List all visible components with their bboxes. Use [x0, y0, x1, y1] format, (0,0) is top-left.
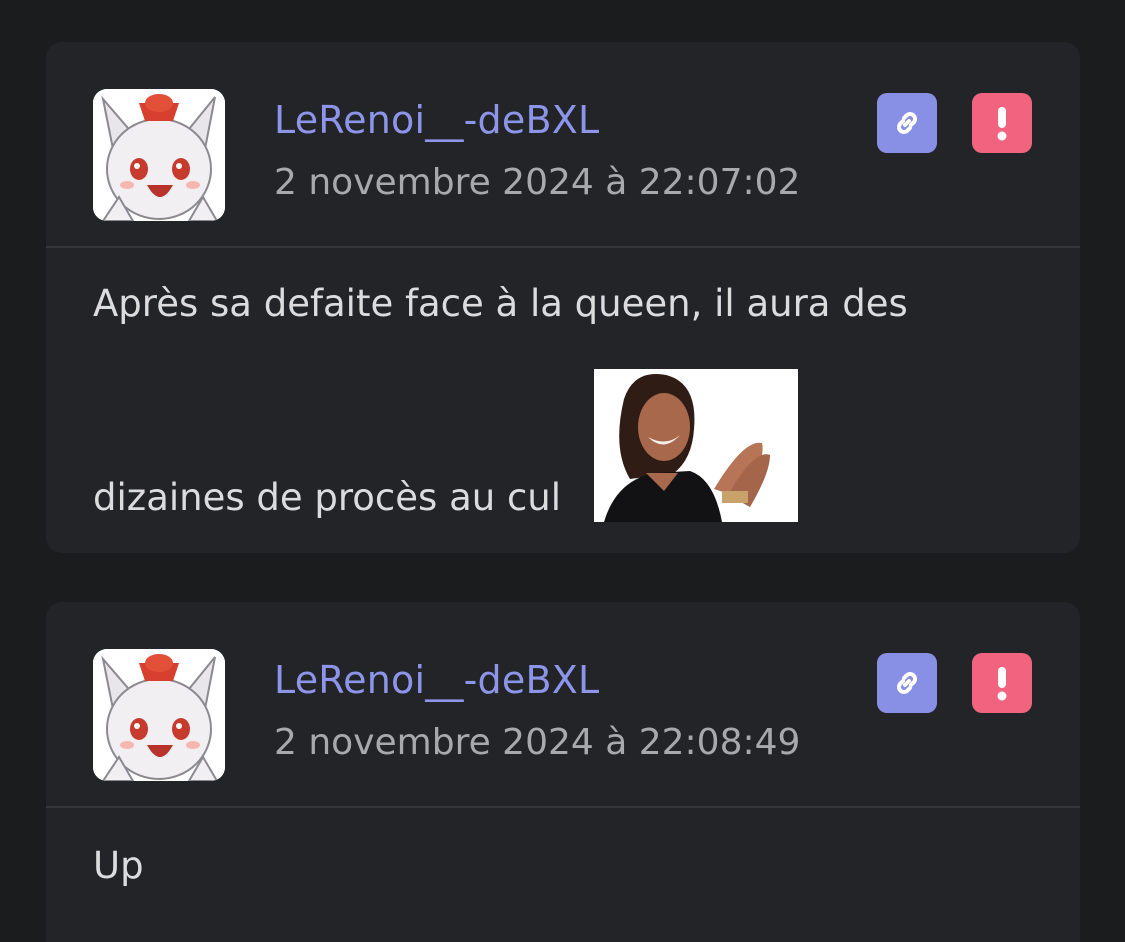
post-header: LeRenoi__-deBXL 2 novembre 2024 à 22:08:… — [46, 602, 1080, 808]
username[interactable]: LeRenoi__-deBXL — [274, 98, 599, 142]
permalink-button[interactable] — [877, 653, 937, 713]
exclamation-icon — [997, 107, 1007, 141]
link-icon — [897, 672, 917, 694]
post-header: LeRenoi__-deBXL 2 novembre 2024 à 22:07:… — [46, 42, 1080, 248]
message-text: Up — [93, 844, 144, 887]
exclamation-icon — [997, 667, 1007, 701]
message-text: Après sa defaite face à la queen, il aur… — [93, 282, 908, 325]
forum-post: LeRenoi__-deBXL 2 novembre 2024 à 22:08:… — [46, 602, 1080, 942]
avatar[interactable] — [93, 89, 225, 221]
report-button[interactable] — [972, 653, 1032, 713]
sticker-image — [594, 369, 798, 522]
username[interactable]: LeRenoi__-deBXL — [274, 658, 599, 702]
avatar[interactable] — [93, 649, 225, 781]
post-date: 2 novembre 2024 à 22:07:02 — [274, 162, 801, 203]
post-date: 2 novembre 2024 à 22:08:49 — [274, 722, 801, 763]
avatar-image — [93, 89, 225, 221]
avatar-image — [93, 649, 225, 781]
link-icon — [897, 112, 917, 134]
post-message: Up — [46, 808, 1080, 891]
permalink-button[interactable] — [877, 93, 937, 153]
report-button[interactable] — [972, 93, 1032, 153]
forum-post: LeRenoi__-deBXL 2 novembre 2024 à 22:07:… — [46, 42, 1080, 553]
post-message: Après sa defaite face à la queen, il aur… — [46, 248, 1080, 522]
message-text: dizaines de procès au cul — [93, 475, 562, 519]
sticker-photo — [594, 369, 798, 522]
